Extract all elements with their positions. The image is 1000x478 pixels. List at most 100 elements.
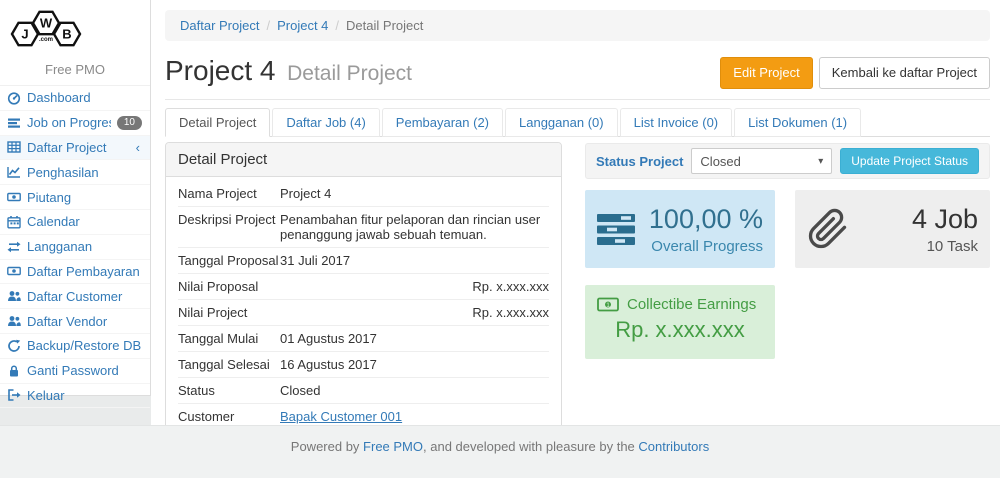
tab-list-invoice[interactable]: List Invoice (0) — [620, 108, 733, 137]
dashboard-icon — [7, 91, 21, 105]
sidebar-item-label: Langganan — [27, 239, 142, 254]
caret-down-icon: ▾ — [818, 156, 823, 167]
detail-row-nama-project: Nama Project Project 4 — [178, 181, 549, 207]
overall-progress-value: 100,00 % — [647, 204, 763, 235]
svg-text:B: B — [62, 27, 71, 42]
money-icon — [7, 190, 21, 204]
svg-text:1: 1 — [606, 302, 610, 309]
status-project-label: Status Project — [596, 154, 683, 169]
jobs-card: 4 Job 10 Task — [795, 190, 990, 268]
users-icon — [7, 289, 21, 303]
overall-progress-card: 100,00 % Overall Progress — [585, 190, 775, 268]
sidebar-item-label: Ganti Password — [27, 363, 142, 378]
sidebar-item-daftar-pembayaran[interactable]: Daftar Pembayaran — [0, 260, 150, 285]
sidebar-item-calendar[interactable]: Calendar — [0, 210, 150, 235]
money-icon — [7, 264, 21, 278]
task-count: 10 Task — [859, 238, 978, 255]
users-icon — [7, 314, 21, 328]
tab-list-dokumen[interactable]: List Dokumen (1) — [734, 108, 861, 137]
sidebar-item-label: Penghasilan — [27, 165, 142, 180]
job-count-badge: 10 — [117, 116, 142, 130]
sidebar-item-label: Backup/Restore DB — [27, 338, 142, 353]
edit-project-button[interactable]: Edit Project — [720, 57, 812, 89]
lock-icon — [7, 364, 21, 378]
detail-row-tanggal-proposal: Tanggal Proposal 31 Juli 2017 — [178, 248, 549, 274]
tasks-icon — [597, 213, 637, 246]
list-icon — [7, 116, 21, 130]
tab-pembayaran[interactable]: Pembayaran (2) — [382, 108, 503, 137]
paperclip-icon — [807, 208, 849, 250]
breadcrumb-daftar-project[interactable]: Daftar Project — [180, 18, 259, 33]
collectible-earnings-card: 1 Collectibe Earnings Rp. x.xxx.xxx — [585, 285, 775, 359]
sidebar-item-label: Daftar Project — [27, 140, 130, 155]
detail-row-deskripsi: Deskripsi Project Penambahan fitur pelap… — [178, 207, 549, 248]
calendar-icon — [7, 215, 21, 229]
detail-row-nilai-project: Nilai Project Rp. x.xxx.xxx — [178, 300, 549, 326]
update-project-status-button[interactable]: Update Project Status — [840, 148, 979, 174]
page-subtitle: Detail Project — [287, 62, 412, 85]
table-icon — [7, 140, 21, 154]
breadcrumb-separator: / — [266, 18, 270, 33]
svg-text:J: J — [21, 27, 28, 42]
earnings-value: Rp. x.xxx.xxx — [597, 317, 763, 343]
footer-text-prefix: Powered by — [291, 439, 363, 454]
sidebar-item-piutang[interactable]: Piutang — [0, 185, 150, 210]
svg-text:W: W — [40, 16, 53, 31]
sidebar-item-job-on-progress[interactable]: Job on Progress 10 — [0, 111, 150, 136]
sidebar-item-keluar[interactable]: Keluar — [0, 384, 150, 409]
page-title: Project 4 — [165, 55, 276, 86]
customer-link[interactable]: Bapak Customer 001 — [280, 409, 402, 424]
page-header: Project 4 Detail Project Edit Project Ke… — [165, 49, 990, 100]
tab-daftar-job[interactable]: Daftar Job (4) — [272, 108, 379, 137]
refresh-icon — [7, 339, 21, 353]
status-select[interactable]: Closed ▾ — [691, 148, 832, 174]
contributors-link[interactable]: Contributors — [638, 439, 709, 454]
main-content: Daftar Project / Project 4 / Detail Proj… — [151, 0, 1000, 425]
sidebar-item-langganan[interactable]: Langganan — [0, 235, 150, 260]
job-count: 4 Job — [859, 204, 978, 235]
sidebar-item-daftar-project[interactable]: Daftar Project ‹ — [0, 136, 150, 161]
chevron-left-icon: ‹ — [136, 140, 142, 155]
free-pmo-link[interactable]: Free PMO — [363, 439, 423, 454]
jwb-logo-icon: J W B .com — [0, 8, 92, 56]
breadcrumb-separator: / — [335, 18, 339, 33]
sidebar-item-label: Calendar — [27, 214, 142, 229]
sidebar-item-label: Keluar — [27, 388, 142, 403]
brand-name: Free PMO — [0, 62, 150, 85]
sidebar-item-label: Job on Progress — [27, 115, 111, 130]
sidebar-item-label: Daftar Pembayaran — [27, 264, 142, 279]
breadcrumb: Daftar Project / Project 4 / Detail Proj… — [165, 10, 990, 41]
tab-detail-project[interactable]: Detail Project — [165, 108, 270, 137]
detail-row-tanggal-mulai: Tanggal Mulai 01 Agustus 2017 — [178, 326, 549, 352]
sidebar-item-daftar-vendor[interactable]: Daftar Vendor — [0, 309, 150, 334]
sidebar-item-label: Daftar Customer — [27, 289, 142, 304]
sidebar: J W B .com Free PMO Dashboard Job on Pro… — [0, 0, 151, 396]
app-logo: J W B .com — [0, 0, 150, 62]
detail-row-nilai-proposal: Nilai Proposal Rp. x.xxx.xxx — [178, 274, 549, 300]
footer-text-middle: , and developed with pleasure by the — [423, 439, 638, 454]
exchange-icon — [7, 240, 21, 254]
earnings-label: Collectibe Earnings — [627, 296, 756, 313]
overall-progress-label: Overall Progress — [647, 238, 763, 255]
tab-langganan[interactable]: Langganan (0) — [505, 108, 618, 137]
detail-row-status: Status Closed — [178, 378, 549, 404]
sidebar-item-penghasilan[interactable]: Penghasilan — [0, 160, 150, 185]
status-project-bar: Status Project Closed ▾ Update Project S… — [585, 143, 990, 179]
detail-project-panel: Detail Project Nama Project Project 4 De… — [165, 142, 562, 438]
panel-title: Detail Project — [166, 143, 561, 177]
sidebar-item-ganti-password[interactable]: Ganti Password — [0, 359, 150, 384]
breadcrumb-project-4[interactable]: Project 4 — [277, 18, 328, 33]
sidebar-item-backup-restore[interactable]: Backup/Restore DB — [0, 334, 150, 359]
sidebar-item-daftar-customer[interactable]: Daftar Customer — [0, 284, 150, 309]
footer: Powered by Free PMO, and developed with … — [0, 425, 1000, 478]
sidebar-item-dashboard[interactable]: Dashboard — [0, 86, 150, 111]
breadcrumb-current: Detail Project — [346, 18, 423, 33]
status-select-value: Closed — [700, 154, 740, 169]
sign-out-icon — [7, 388, 21, 402]
svg-text:.com: .com — [39, 37, 53, 43]
sidebar-item-label: Dashboard — [27, 90, 142, 105]
sidebar-item-label: Daftar Vendor — [27, 314, 142, 329]
sidebar-item-label: Piutang — [27, 190, 142, 205]
line-chart-icon — [7, 165, 21, 179]
back-to-list-button[interactable]: Kembali ke daftar Project — [819, 57, 990, 89]
